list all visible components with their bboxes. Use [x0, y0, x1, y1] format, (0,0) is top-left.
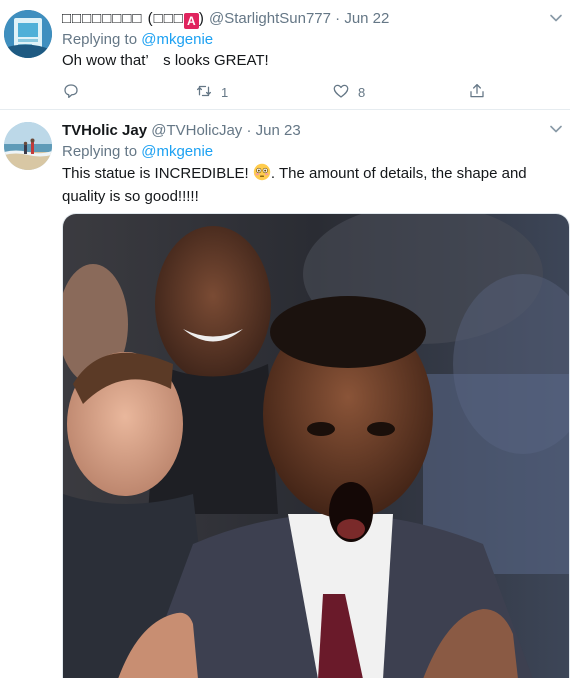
tweet[interactable]: TVHolic Jay @TVHolicJay · Jun 23 Replyin… — [0, 111, 570, 678]
mention-link[interactable]: @mkgenie — [141, 143, 213, 160]
display-name-end: ) — [198, 10, 205, 27]
user-handle[interactable]: @StarlightSun777 — [209, 10, 331, 27]
tweet-text: This statue is INCREDIBLE! . The amount … — [62, 163, 560, 207]
display-name[interactable]: □□□□□□□□ (□□□ — [62, 10, 184, 27]
retweet-button[interactable]: 1 — [195, 82, 228, 102]
tweet-actions: 1 8 — [62, 82, 502, 102]
avatar[interactable] — [4, 122, 52, 170]
separator-dot: · — [335, 10, 341, 27]
tweet-date[interactable]: Jun 22 — [344, 10, 389, 27]
replying-to-label: Replying to — [62, 143, 138, 160]
letter-a-emoji: A — [183, 13, 199, 29]
replying-to: Replying to @mkgenie — [62, 141, 560, 163]
share-button[interactable] — [468, 82, 486, 102]
share-icon — [468, 82, 486, 103]
tweet-date[interactable]: Jun 23 — [256, 122, 301, 139]
retweet-icon — [195, 82, 213, 103]
display-name[interactable]: TVHolic Jay — [62, 122, 147, 139]
reply-button[interactable] — [62, 82, 88, 102]
mention-link[interactable]: @mkgenie — [141, 31, 213, 48]
tweet-text-start: This statue is INCREDIBLE! — [62, 165, 249, 182]
reaction-gif-image — [63, 214, 569, 678]
tweet[interactable]: □□□□□□□□ (□□□ A) @StarlightSun777 · Jun 2… — [0, 0, 570, 110]
tweet-media-gif[interactable] — [62, 213, 570, 678]
flushed-face-emoji — [253, 163, 271, 187]
separator-dot: · — [246, 122, 252, 139]
tweet-header: TVHolic Jay @TVHolicJay · Jun 23 — [62, 121, 560, 141]
caret-down-icon[interactable] — [548, 121, 564, 137]
replying-to-label: Replying to — [62, 31, 138, 48]
tweet-text: Oh wow that’ s looks GREAT! — [62, 52, 269, 69]
avatar[interactable] — [4, 10, 52, 58]
tweet-header: □□□□□□□□ (□□□ A) @StarlightSun777 · Jun 2… — [62, 9, 560, 29]
caret-down-icon[interactable] — [548, 10, 564, 26]
like-icon — [332, 82, 350, 103]
user-handle[interactable]: @TVHolicJay — [151, 122, 242, 139]
reply-icon — [62, 82, 80, 103]
like-button[interactable]: 8 — [332, 82, 365, 102]
retweet-count: 1 — [221, 84, 229, 100]
like-count: 8 — [358, 84, 366, 100]
replying-to: Replying to @mkgenie — [62, 29, 560, 51]
